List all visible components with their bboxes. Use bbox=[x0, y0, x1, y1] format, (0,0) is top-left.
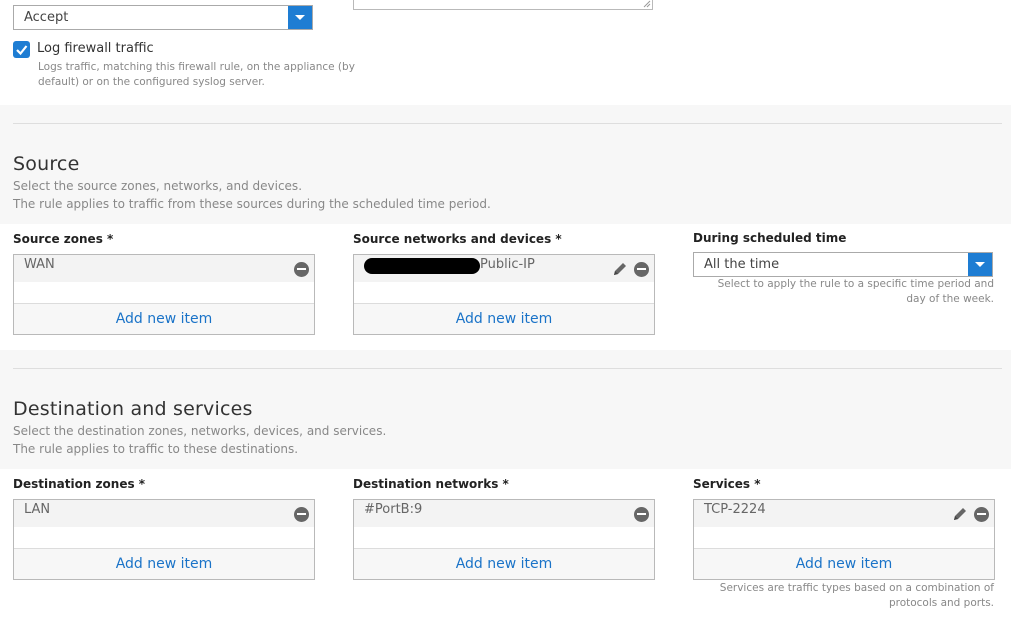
list-item-text: WAN bbox=[24, 257, 55, 272]
destination-networks-add-button[interactable]: Add new item bbox=[354, 548, 654, 579]
source-networks-label: Source networks and devices * bbox=[353, 232, 562, 246]
schedule-select[interactable]: All the time bbox=[693, 252, 993, 277]
divider bbox=[13, 123, 1002, 124]
list-item-text: Public-IP bbox=[480, 257, 535, 272]
source-networks-add-button[interactable]: Add new item bbox=[354, 303, 654, 334]
destination-zones-add-button[interactable]: Add new item bbox=[14, 548, 314, 579]
source-section-title: Source bbox=[13, 153, 80, 175]
destination-zones-label: Destination zones * bbox=[13, 477, 146, 491]
list-item[interactable]: LAN bbox=[14, 500, 314, 527]
pencil-icon[interactable] bbox=[952, 506, 968, 522]
destination-zones-list: LAN Add new item bbox=[13, 499, 315, 580]
resize-handle-icon[interactable] bbox=[643, 0, 651, 8]
destination-networks-list: #PortB:9 Add new item bbox=[353, 499, 655, 580]
source-section-desc-2: The rule applies to traffic from these s… bbox=[13, 197, 491, 211]
remove-icon[interactable] bbox=[294, 507, 309, 522]
source-section-desc-1: Select the source zones, networks, and d… bbox=[13, 179, 303, 193]
redacted-block bbox=[364, 258, 480, 274]
log-traffic-desc-2: default) or on the configured syslog ser… bbox=[38, 76, 265, 88]
pencil-icon[interactable] bbox=[612, 261, 628, 277]
services-list: TCP-2224 Add new item bbox=[693, 499, 995, 580]
services-add-button[interactable]: Add new item bbox=[694, 548, 994, 579]
divider bbox=[13, 368, 1002, 369]
schedule-label: During scheduled time bbox=[693, 231, 847, 245]
list-item[interactable]: WAN bbox=[14, 255, 314, 282]
services-hint-2: protocols and ports. bbox=[888, 597, 994, 609]
log-traffic-desc-1: Logs traffic, matching this firewall rul… bbox=[38, 61, 355, 73]
destination-section-title: Destination and services bbox=[13, 398, 253, 420]
services-hint-1: Services are traffic types based on a co… bbox=[719, 582, 994, 594]
remove-icon[interactable] bbox=[634, 507, 649, 522]
description-textarea[interactable] bbox=[353, 0, 653, 10]
schedule-hint-1: Select to apply the rule to a specific t… bbox=[717, 278, 994, 290]
destination-section-desc-1: Select the destination zones, networks, … bbox=[13, 424, 387, 438]
destination-networks-label: Destination networks * bbox=[353, 477, 509, 491]
remove-icon[interactable] bbox=[634, 262, 649, 277]
chevron-down-icon[interactable] bbox=[968, 253, 992, 276]
list-item-text: TCP-2224 bbox=[704, 502, 766, 517]
check-icon bbox=[16, 45, 28, 56]
source-networks-list: Public-IP Add new item bbox=[353, 254, 655, 335]
chevron-down-icon[interactable] bbox=[288, 6, 312, 29]
schedule-hint-2: day of the week. bbox=[906, 293, 994, 305]
action-select-value: Accept bbox=[24, 10, 69, 25]
remove-icon[interactable] bbox=[294, 262, 309, 277]
list-item-text: #PortB:9 bbox=[364, 502, 423, 517]
list-item-text: LAN bbox=[24, 502, 51, 517]
list-item[interactable]: #PortB:9 bbox=[354, 500, 654, 527]
action-select[interactable]: Accept bbox=[13, 5, 313, 30]
remove-icon[interactable] bbox=[974, 507, 989, 522]
source-zones-label: Source zones * bbox=[13, 232, 114, 246]
services-label: Services * bbox=[693, 477, 761, 491]
list-item[interactable]: TCP-2224 bbox=[694, 500, 994, 527]
log-traffic-checkbox[interactable] bbox=[13, 41, 30, 58]
source-zones-add-button[interactable]: Add new item bbox=[14, 303, 314, 334]
log-traffic-label[interactable]: Log firewall traffic bbox=[37, 41, 154, 56]
source-zones-list: WAN Add new item bbox=[13, 254, 315, 335]
destination-section-desc-2: The rule applies to traffic to these des… bbox=[13, 442, 299, 456]
schedule-select-value: All the time bbox=[704, 257, 780, 272]
list-item[interactable]: Public-IP bbox=[354, 255, 654, 282]
